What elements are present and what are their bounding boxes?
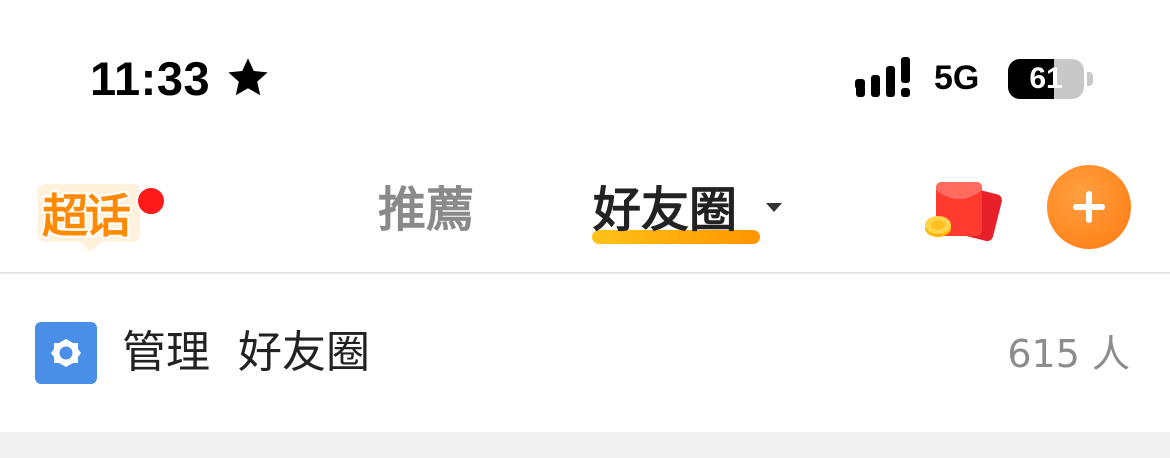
manage-label: 管理 [122,327,210,378]
tab-recommend[interactable]: 推薦 [378,180,474,240]
network-type: 5G [934,59,980,97]
battery-body: 61 [1008,59,1084,99]
member-count: 615 人 [1007,332,1130,376]
logo-text: 超话 [42,189,131,243]
tab-recommend-label: 推薦 [378,182,475,238]
plus-icon [1073,191,1105,223]
tab-friends-circle[interactable]: 好友圈 [593,180,737,240]
battery-cap [1087,72,1093,86]
status-bar: 11:33 5G 61 [0,0,1170,150]
friends-circle-label: 好友圈 [238,327,370,378]
page: 11:33 5G 61 超话 推薦 好友圈 管理 好友圈 615 人 [0,0,1170,458]
clock: 11:33 [90,51,211,105]
top-nav-bar: 超话 推薦 好友圈 [0,150,1170,272]
battery-level: 61 [1029,62,1063,95]
star-icon [228,58,268,96]
gear-icon-shape [51,339,81,367]
gear-icon [35,322,97,384]
clock-group: 11:33 [90,50,272,106]
super-topic-logo[interactable]: 超话 [28,172,168,252]
notification-dot [136,186,166,216]
tab-friends-circle-label: 好友圈 [593,182,738,238]
section-separator [0,432,1170,458]
red-envelope-icon[interactable] [922,176,1002,248]
add-button[interactable] [1047,165,1131,249]
manage-friends-circle-row[interactable]: 管理 好友圈 615 人 [0,274,1170,432]
caret-down-icon[interactable] [764,200,784,214]
battery-indicator: 61 [1008,59,1094,99]
cellular-signal-icon [855,57,910,97]
